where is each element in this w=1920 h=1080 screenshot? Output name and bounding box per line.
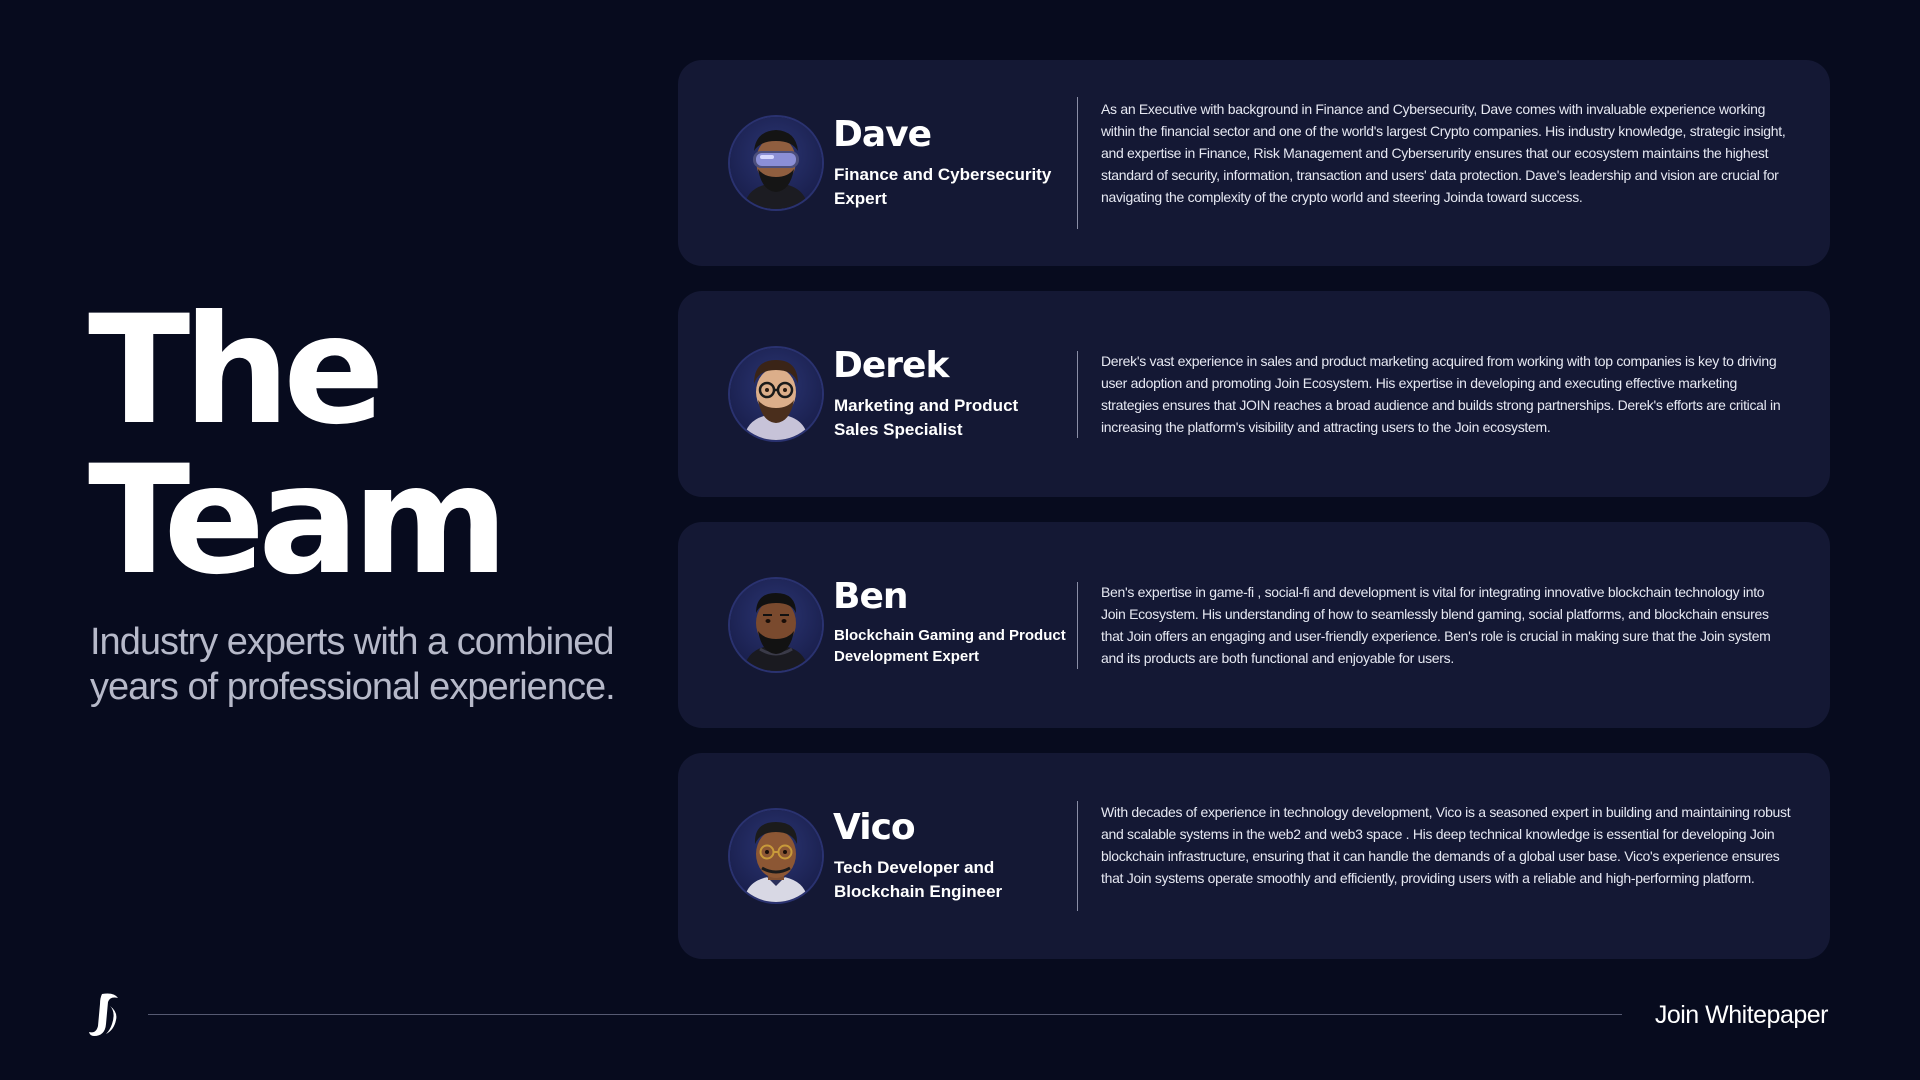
- page-title-line-2: Team: [88, 434, 509, 608]
- page-subtitle: Industry experts with a combined years o…: [90, 621, 616, 708]
- member-role: Marketing and Product Sales Specialist: [834, 396, 1019, 439]
- member-description: Ben's expertise in game-fi , social-fi a…: [1101, 584, 1771, 666]
- member-name: Dave: [833, 114, 932, 155]
- page-title: The Team: [88, 284, 509, 608]
- member-name: Vico: [833, 807, 916, 848]
- member-description: As an Executive with background in Finan…: [1101, 101, 1786, 205]
- member-description: Derek's vast experience in sales and pro…: [1101, 353, 1781, 435]
- member-role: Blockchain Gaming and Product Developmen…: [834, 627, 1066, 665]
- member-name: Ben: [833, 576, 908, 617]
- member-name: Derek: [833, 345, 949, 386]
- member-role: Finance and Cybersecurity Expert: [834, 165, 1052, 208]
- join-logo-icon: [88, 990, 122, 1040]
- avatar-vr-headset-icon: [730, 117, 822, 209]
- footer-divider: [148, 1014, 1622, 1015]
- avatar-round-glasses-icon: [730, 810, 822, 902]
- card-divider: [1077, 582, 1078, 669]
- footer-label: Join Whitepaper: [1654, 1001, 1829, 1029]
- team-card-ben: Ben Blockchain Gaming and Product Develo…: [678, 522, 1830, 728]
- member-role: Tech Developer and Blockchain Engineer: [834, 858, 1003, 901]
- card-divider: [1077, 351, 1078, 438]
- team-card-derek: Derek Marketing and Product Sales Specia…: [678, 291, 1830, 497]
- avatar-glasses-icon: [730, 348, 822, 440]
- card-divider: [1077, 801, 1078, 911]
- team-list: Dave Finance and Cybersecurity Expert As…: [678, 60, 1830, 984]
- avatar-bearded-icon: [730, 579, 822, 671]
- page-title-line-1: The: [88, 284, 385, 458]
- card-divider: [1077, 97, 1078, 229]
- member-description: With decades of experience in technology…: [1101, 804, 1791, 886]
- team-card-dave: Dave Finance and Cybersecurity Expert As…: [678, 60, 1830, 266]
- team-card-vico: Vico Tech Developer and Blockchain Engin…: [678, 753, 1830, 959]
